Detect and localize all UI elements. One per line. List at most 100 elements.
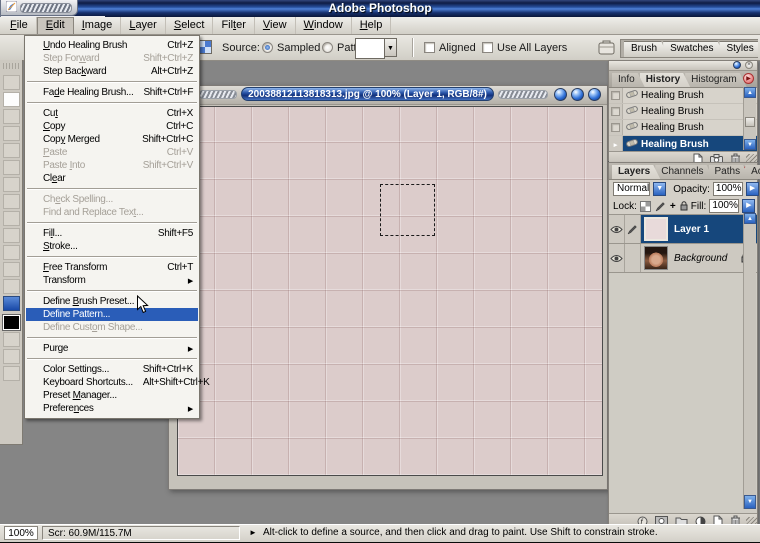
- opacity-value[interactable]: 100%: [713, 182, 743, 196]
- history-entry[interactable]: Healing Brush: [609, 88, 757, 104]
- pattern-swatch[interactable]: [355, 38, 385, 59]
- menubar-item-help[interactable]: Help: [352, 17, 392, 34]
- menu-item-copy-merged[interactable]: Copy MergedShift+Ctrl+C: [26, 133, 198, 146]
- file-browser-icon[interactable]: [596, 38, 617, 57]
- history-entry[interactable]: Healing Brush: [609, 120, 757, 136]
- blend-mode-select[interactable]: Normal: [613, 182, 650, 196]
- menubar-item-window[interactable]: Window: [296, 17, 352, 34]
- history-tab-histogram[interactable]: Histogram: [685, 73, 747, 87]
- layer-row-layer-1[interactable]: Layer 1: [609, 215, 757, 244]
- document-titlebar[interactable]: 20038812113818313.jpg @ 100% (Layer 1, R…: [169, 86, 607, 105]
- doc-minimize-button[interactable]: [554, 88, 567, 101]
- toolbox-tool[interactable]: [3, 211, 20, 226]
- menu-item-define-pattern[interactable]: Define Pattern...: [26, 308, 198, 321]
- scratch-size-field[interactable]: Scr: 60.9M/115.7M: [42, 526, 240, 540]
- layer-row-background[interactable]: Background: [609, 244, 757, 273]
- menubar-item-image[interactable]: Image: [74, 17, 122, 34]
- toolbox-tool[interactable]: [3, 160, 20, 175]
- layer-main[interactable]: Layer 1: [641, 215, 757, 243]
- pattern-dropdown-arrow-icon[interactable]: ▼: [384, 38, 397, 57]
- menu-item-color-settings[interactable]: Color Settings...Shift+Ctrl+K: [26, 363, 198, 376]
- menu-item-preferences[interactable]: Preferences▶: [26, 402, 198, 415]
- toolbox-tool[interactable]: [3, 245, 20, 260]
- scroll-thumb[interactable]: [745, 117, 755, 127]
- zoom-level-field[interactable]: 100%: [4, 526, 38, 540]
- menu-item-free-transform[interactable]: Free TransformCtrl+T: [26, 261, 198, 274]
- layer-visibility-eye-icon[interactable]: [609, 244, 625, 272]
- history-scrollbar[interactable]: ▲ ▼: [743, 87, 756, 150]
- layers-tab-layers[interactable]: Layers: [612, 165, 660, 179]
- layer-thumbnail[interactable]: [644, 246, 668, 270]
- toolbox-tool[interactable]: [3, 228, 20, 243]
- document-canvas[interactable]: [177, 106, 603, 476]
- menu-item-fill[interactable]: Fill...Shift+F5: [26, 227, 198, 240]
- history-tab-history[interactable]: History: [640, 73, 690, 87]
- well-tab-brush[interactable]: Brush: [624, 41, 668, 57]
- pattern-radio[interactable]: [322, 42, 333, 53]
- menu-item-define-brush-preset[interactable]: Define Brush Preset...: [26, 295, 198, 308]
- toolbox-tool[interactable]: [3, 109, 20, 124]
- scroll-down-icon[interactable]: ▼: [744, 495, 756, 509]
- fill-value[interactable]: 100%: [709, 199, 739, 213]
- doc-close-button[interactable]: [588, 88, 601, 101]
- menu-item-copy[interactable]: CopyCtrl+C: [26, 120, 198, 133]
- lock-all-icon[interactable]: [680, 201, 688, 211]
- toolbox-grip[interactable]: [3, 63, 19, 69]
- toolbox-tool[interactable]: [3, 143, 20, 158]
- blend-mode-dropdown-icon[interactable]: ▼: [653, 182, 666, 196]
- menu-item-transform[interactable]: Transform▶: [26, 274, 198, 287]
- foreground-color-swatch[interactable]: [3, 315, 20, 330]
- well-tab-styles[interactable]: Styles: [719, 41, 758, 57]
- toolbox-tool[interactable]: [3, 126, 20, 141]
- toolbox-tool[interactable]: [3, 75, 20, 90]
- toolbox-tool[interactable]: [3, 349, 20, 364]
- panel-menu-icon[interactable]: ▶: [743, 73, 754, 84]
- menu-item-fade-healing-brush[interactable]: Fade Healing Brush...Shift+Ctrl+F: [26, 86, 198, 99]
- toolbox-tool[interactable]: [3, 194, 20, 209]
- fill-slider-icon[interactable]: ▶: [742, 199, 755, 213]
- menubar-item-edit[interactable]: Edit: [37, 17, 74, 34]
- use-all-layers-checkbox[interactable]: [482, 42, 493, 53]
- document-window[interactable]: 20038812113818313.jpg @ 100% (Layer 1, R…: [168, 85, 608, 490]
- history-brush-source-well[interactable]: [609, 104, 623, 119]
- active-layer-brush-icon[interactable]: [625, 215, 641, 243]
- lock-transparency-icon[interactable]: [640, 201, 651, 212]
- layer-visibility-eye-icon[interactable]: [609, 215, 625, 243]
- status-popup-arrow-icon[interactable]: ►: [249, 528, 257, 537]
- menu-item-keyboard-shortcuts[interactable]: Keyboard Shortcuts...Alt+Shift+Ctrl+K: [26, 376, 198, 389]
- history-entry[interactable]: Healing Brush: [609, 104, 757, 120]
- menu-item-cut[interactable]: CutCtrl+X: [26, 107, 198, 120]
- toolbox-tool[interactable]: [3, 296, 20, 311]
- toolbox-tool[interactable]: [3, 366, 20, 381]
- toolbox-tool[interactable]: [3, 177, 20, 192]
- history-brush-source-well[interactable]: [609, 120, 623, 135]
- panel-group-titlebar[interactable]: ×: [609, 61, 757, 71]
- window-titlebar[interactable]: Adobe Photoshop: [0, 0, 760, 17]
- panel-close-icon[interactable]: ×: [745, 61, 753, 69]
- toolbox-tool[interactable]: [3, 92, 20, 107]
- toolbox-tool[interactable]: [3, 279, 20, 294]
- scroll-up-icon[interactable]: ▲: [744, 213, 756, 224]
- tool-preset-icon[interactable]: [198, 40, 212, 54]
- layer-link-cell[interactable]: [625, 244, 641, 272]
- aligned-checkbox[interactable]: [424, 42, 435, 53]
- opacity-slider-icon[interactable]: ▶: [746, 182, 759, 196]
- well-tab-swatches[interactable]: Swatches: [663, 41, 724, 57]
- sampled-radio[interactable]: [262, 42, 273, 53]
- layers-tab-channels[interactable]: Channels: [655, 165, 713, 179]
- history-brush-source-well[interactable]: ▸: [609, 136, 623, 151]
- toolbox-tool[interactable]: [3, 262, 20, 277]
- menu-item-step-backward[interactable]: Step BackwardAlt+Ctrl+Z: [26, 65, 198, 78]
- lock-image-icon[interactable]: [655, 201, 666, 212]
- menubar-item-layer[interactable]: Layer: [121, 17, 166, 34]
- history-entry[interactable]: ▸Healing Brush: [609, 136, 757, 151]
- menu-item-purge[interactable]: Purge▶: [26, 342, 198, 355]
- menu-item-preset-manager[interactable]: Preset Manager...: [26, 389, 198, 402]
- menubar-item-filter[interactable]: Filter: [213, 17, 254, 34]
- layer-main[interactable]: Background: [641, 244, 757, 272]
- layers-scrollbar[interactable]: ▲ ▼: [743, 213, 756, 509]
- menubar-item-view[interactable]: View: [255, 17, 296, 34]
- doc-maximize-button[interactable]: [571, 88, 584, 101]
- layer-thumbnail[interactable]: [644, 217, 668, 241]
- menu-item-clear[interactable]: Clear: [26, 172, 198, 185]
